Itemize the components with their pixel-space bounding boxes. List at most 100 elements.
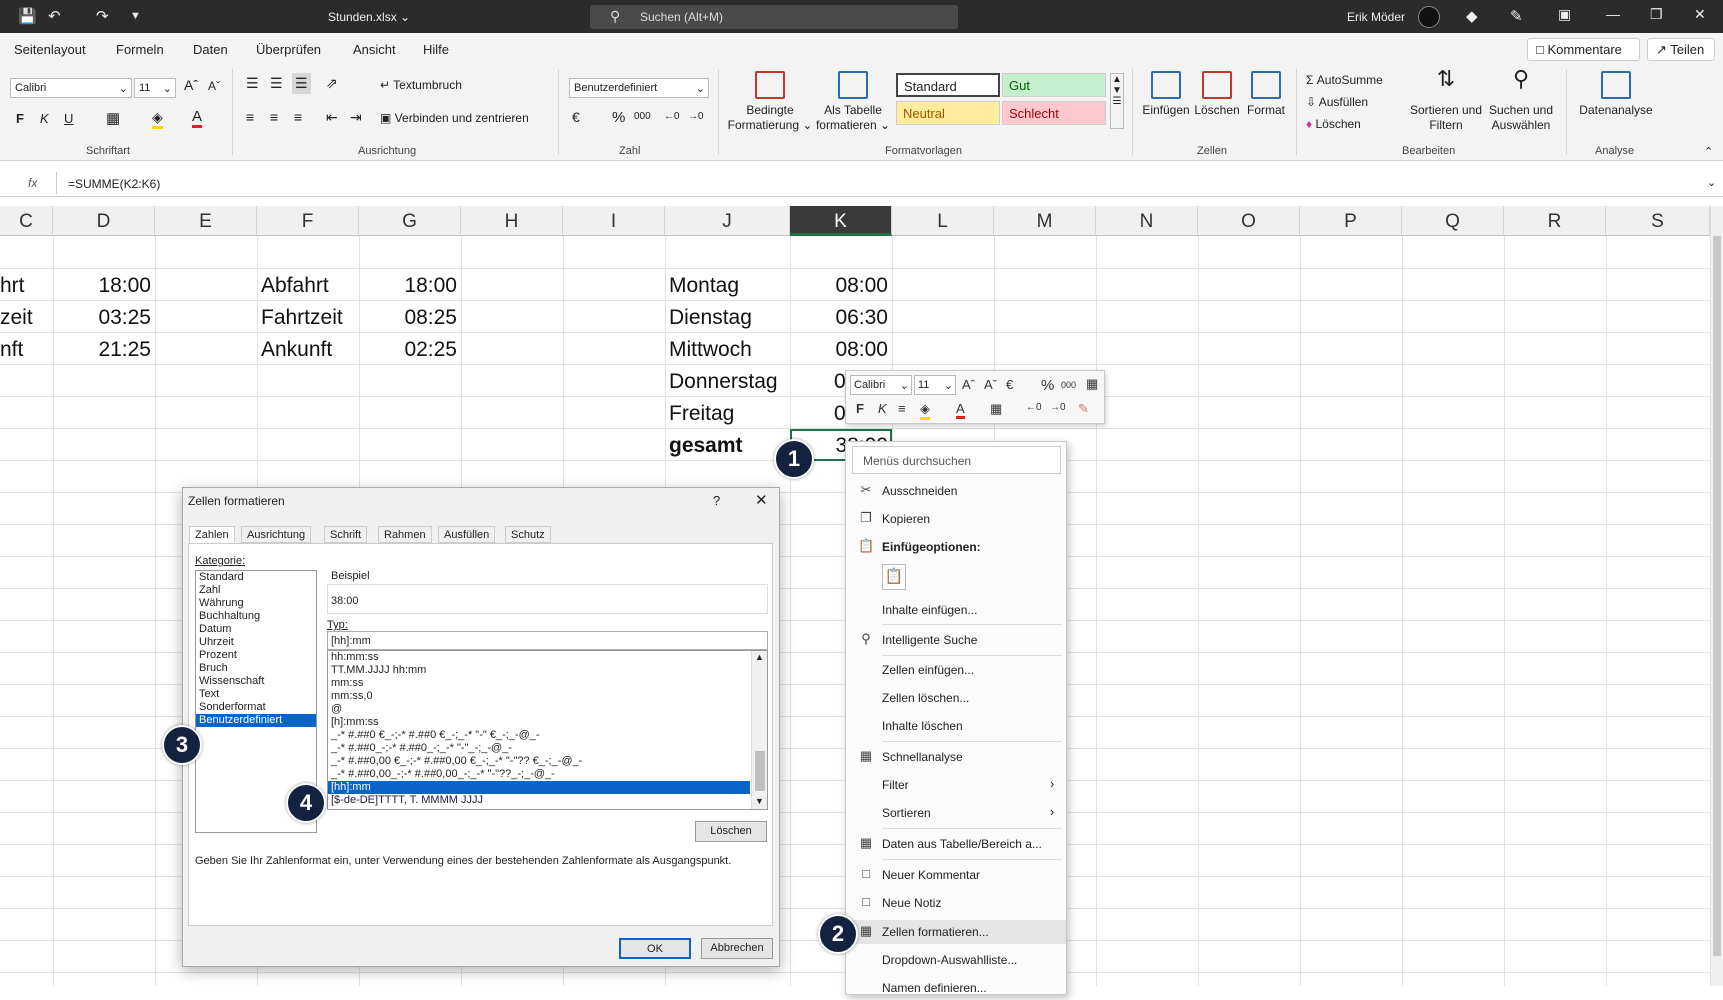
fx-icon[interactable]: fx: [28, 176, 37, 190]
category-item[interactable]: Datum: [196, 623, 316, 636]
col-header-s[interactable]: S: [1606, 206, 1710, 236]
format-as-table-button[interactable]: Als Tabelle formatieren ⌄: [812, 71, 894, 133]
menu-item-cut[interactable]: ✂ Ausschneiden: [846, 479, 1066, 503]
format-list-scrollbar[interactable]: ▲ ▼: [751, 651, 767, 809]
category-item[interactable]: Prozent: [196, 649, 316, 662]
delete-cells-button[interactable]: Löschen: [1192, 71, 1242, 118]
menu-item-new-note[interactable]: □ Neue Notiz: [846, 891, 1066, 915]
pen-icon[interactable]: ✎: [1510, 7, 1523, 25]
scroll-up-icon[interactable]: ▲: [755, 652, 764, 662]
cell-k2[interactable]: 08:00: [790, 274, 888, 298]
col-header-o[interactable]: O: [1198, 206, 1300, 236]
insert-cells-button[interactable]: Einfügen: [1140, 71, 1192, 118]
mini-font-combo[interactable]: Calibri ⌄: [850, 375, 912, 395]
minimize-icon[interactable]: —: [1606, 6, 1620, 22]
menu-item-dropdown-list[interactable]: Dropdown-Auswahlliste...: [846, 948, 1066, 972]
align-bottom-icon[interactable]: ☰: [292, 73, 311, 94]
format-item[interactable]: hh:mm:ss: [328, 651, 767, 664]
find-select-button[interactable]: ⚲ Suchen und Auswählen: [1486, 68, 1556, 133]
help-icon[interactable]: ?: [713, 493, 720, 508]
cell-k5[interactable]: 0: [834, 370, 846, 394]
font-name-combo[interactable]: Calibri ⌄: [10, 78, 132, 98]
style-gut[interactable]: Gut: [1002, 73, 1106, 97]
format-item[interactable]: mm:ss: [328, 677, 767, 690]
undo-icon[interactable]: ↶: [48, 7, 61, 25]
decrease-indent-icon[interactable]: ⇤: [326, 109, 338, 126]
mini-center-icon[interactable]: ≡: [898, 401, 906, 416]
col-header-n[interactable]: N: [1096, 206, 1198, 236]
tab-schrift[interactable]: Schrift: [324, 526, 368, 543]
category-item[interactable]: Uhrzeit: [196, 636, 316, 649]
style-neutral[interactable]: Neutral: [896, 101, 1000, 125]
merge-center-button[interactable]: ▣ Verbinden und zentrieren: [380, 111, 529, 125]
number-format-combo[interactable]: Benutzerdefiniert ⌄: [569, 78, 709, 98]
col-header-g[interactable]: G: [359, 206, 461, 236]
tab-ausfuellen[interactable]: Ausfüllen: [438, 526, 496, 543]
format-item-selected[interactable]: [hh]:mm: [328, 781, 750, 794]
menu-item-delete-cells[interactable]: Zellen löschen...: [846, 686, 1066, 710]
mini-increase-decimal-icon[interactable]: ←0: [1026, 402, 1042, 413]
tab-daten[interactable]: Daten: [193, 42, 228, 57]
mini-percent-icon[interactable]: %: [1041, 377, 1054, 394]
cell-g4[interactable]: 02:25: [359, 338, 457, 362]
col-header-m[interactable]: M: [994, 206, 1096, 236]
col-header-k[interactable]: K: [790, 206, 892, 236]
cell-k3[interactable]: 06:30: [790, 306, 888, 330]
menu-item-copy[interactable]: ❐ Kopieren: [846, 507, 1066, 531]
category-item[interactable]: Text: [196, 688, 316, 701]
tab-hilfe[interactable]: Hilfe: [423, 42, 449, 57]
ribbon-display-icon[interactable]: ▣: [1558, 6, 1571, 23]
mini-format-table-icon[interactable]: ▦: [1086, 376, 1098, 392]
col-header-c[interactable]: C: [0, 206, 53, 236]
category-item-selected[interactable]: Benutzerdefiniert: [196, 714, 316, 727]
col-header-p[interactable]: P: [1300, 206, 1402, 236]
format-item[interactable]: _-* #.##0,00_-;-* #.##0,00_-;_-* "-"??_-…: [328, 768, 767, 781]
styles-scroll-icon[interactable]: ▲ ▼ ☰: [1110, 73, 1124, 129]
col-header-h[interactable]: H: [461, 206, 563, 236]
tab-ansicht[interactable]: Ansicht: [353, 42, 396, 57]
col-header-q[interactable]: Q: [1402, 206, 1504, 236]
align-middle-icon[interactable]: ☰: [270, 75, 283, 92]
mini-shrink-font-icon[interactable]: Aˇ: [984, 377, 997, 392]
col-header-r[interactable]: R: [1504, 206, 1606, 236]
expand-formula-icon[interactable]: ⌄: [1707, 176, 1716, 189]
cell-g2[interactable]: 18:00: [359, 274, 457, 298]
align-center-icon[interactable]: ≡: [270, 109, 278, 125]
clear-button[interactable]: ♦ Löschen: [1306, 117, 1361, 131]
data-analysis-button[interactable]: Datenanalyse: [1574, 71, 1658, 118]
redo-icon[interactable]: ↷: [96, 7, 109, 25]
cell-d4[interactable]: 21:25: [53, 338, 151, 362]
tab-zahlen[interactable]: Zahlen: [189, 526, 235, 543]
format-item[interactable]: _-* #.##0 €_-;-* #.##0 €_-;_-* "-" €_-;_…: [328, 729, 767, 742]
mini-borders-icon[interactable]: ▦: [990, 401, 1002, 417]
format-item[interactable]: [h]:mm:ss: [328, 716, 767, 729]
col-header-j[interactable]: J: [665, 206, 790, 236]
file-name[interactable]: Stunden.xlsx ⌄: [328, 10, 410, 24]
ok-button[interactable]: OK: [619, 938, 691, 959]
cell-f4[interactable]: Ankunft: [261, 338, 332, 362]
currency-icon[interactable]: €: [572, 109, 580, 125]
cell-j4[interactable]: Mittwoch: [669, 338, 752, 362]
cell-k4[interactable]: 08:00: [790, 338, 888, 362]
style-standard[interactable]: Standard: [896, 73, 1000, 97]
increase-decimal-icon[interactable]: ←0: [664, 111, 680, 122]
mini-size-combo[interactable]: 11 ⌄: [914, 375, 956, 395]
scroll-down-icon[interactable]: ▼: [755, 796, 764, 806]
tab-schutz[interactable]: Schutz: [505, 526, 551, 543]
col-header-e[interactable]: E: [155, 206, 257, 236]
col-header-f[interactable]: F: [257, 206, 359, 236]
avatar[interactable]: [1418, 6, 1440, 28]
col-header-d[interactable]: D: [53, 206, 155, 236]
format-item[interactable]: _-* #.##0_-;-* #.##0_-;_-* "-"_-;_-@_-: [328, 742, 767, 755]
mini-bold-button[interactable]: F: [856, 401, 864, 416]
customize-qat-icon[interactable]: ▼: [130, 10, 141, 22]
col-header-l[interactable]: L: [892, 206, 994, 236]
mini-currency-icon[interactable]: €: [1006, 377, 1013, 392]
menu-item-smart-lookup[interactable]: ⚲ Intelligente Suche: [846, 628, 1066, 652]
cell-f3[interactable]: Fahrtzeit: [261, 306, 343, 330]
menu-item-format-cells[interactable]: ▦ Zellen formatieren...: [846, 920, 1066, 944]
style-schlecht[interactable]: Schlecht: [1002, 101, 1106, 125]
underline-button[interactable]: U: [64, 111, 73, 126]
orientation-icon[interactable]: ⇗: [326, 75, 338, 92]
mini-italic-button[interactable]: K: [878, 401, 887, 416]
